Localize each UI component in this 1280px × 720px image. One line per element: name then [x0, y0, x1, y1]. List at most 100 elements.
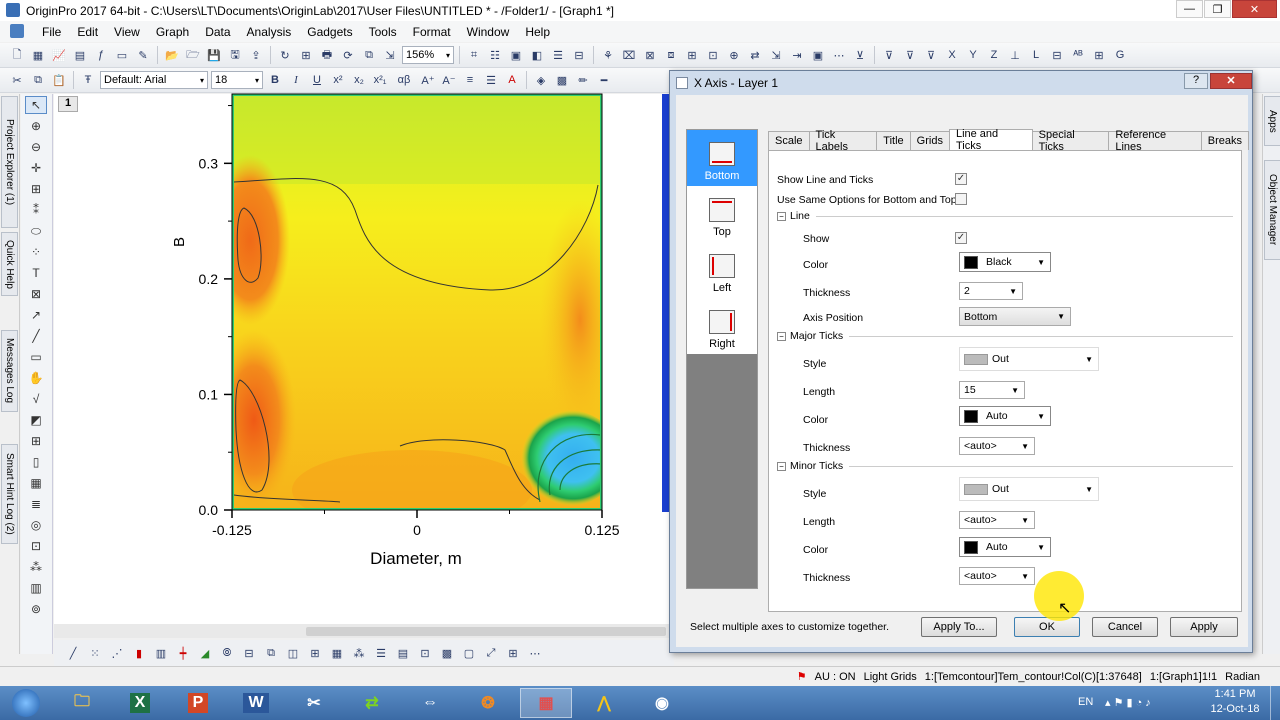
- tab-smart-hint-log[interactable]: Smart Hint Log (2): [1, 444, 18, 544]
- recalculate-icon[interactable]: ↻: [276, 46, 294, 64]
- misc-tool-3-icon[interactable]: ◎: [25, 516, 47, 534]
- line-tool-icon[interactable]: ╱: [25, 327, 47, 345]
- menu-gadgets[interactable]: Gadgets: [299, 25, 360, 39]
- data-reader-icon[interactable]: ⊞: [25, 180, 47, 198]
- save-icon[interactable]: 💾: [205, 46, 223, 64]
- column-plot-icon[interactable]: ▮: [130, 644, 148, 662]
- batch-plot-icon[interactable]: ⊞: [297, 46, 315, 64]
- add-layer-icon[interactable]: ⧈: [662, 46, 680, 64]
- new-matrix-icon[interactable]: ▤: [71, 46, 89, 64]
- tray-icons[interactable]: ▴ ⚑ ▮ ◔ ♪: [1105, 696, 1151, 709]
- add-text-icon[interactable]: ⌧: [620, 46, 638, 64]
- copy-icon[interactable]: ⧉: [29, 71, 47, 89]
- clock-date[interactable]: 12-Oct-18: [1206, 703, 1264, 715]
- major-style-select[interactable]: Out ▼: [959, 347, 1099, 371]
- misc-tool-4-icon[interactable]: ⊡: [25, 537, 47, 555]
- axis-item-bottom[interactable]: Bottom: [687, 130, 757, 186]
- minor-thickness-select[interactable]: <auto> ▼: [959, 567, 1035, 585]
- 3d-plot-icon[interactable]: ⧉: [262, 644, 280, 662]
- menu-file[interactable]: File: [34, 25, 69, 39]
- language-indicator[interactable]: EN: [1078, 696, 1093, 708]
- tab-messages-log[interactable]: Messages Log: [1, 330, 18, 412]
- line-color-select[interactable]: Black ▼: [959, 252, 1051, 272]
- swap-icon[interactable]: ⇄: [746, 46, 764, 64]
- rescale-icon[interactable]: ⇲: [767, 46, 785, 64]
- tab-object-manager[interactable]: Object Manager: [1264, 160, 1280, 260]
- collapse-icon[interactable]: −: [777, 331, 786, 341]
- tab-grids[interactable]: Grids: [909, 131, 950, 150]
- filter-down-icon[interactable]: ⊽: [901, 46, 919, 64]
- column-x-icon[interactable]: X: [943, 46, 961, 64]
- column-y-icon[interactable]: Y: [964, 46, 982, 64]
- apply-to-button[interactable]: Apply To...: [921, 617, 997, 637]
- misc-tool-1-icon[interactable]: ▦: [25, 474, 47, 492]
- project-explorer-icon[interactable]: ◧: [528, 46, 546, 64]
- layer-indicator[interactable]: 1: [58, 96, 78, 112]
- zoom-out-tool-icon[interactable]: ⊖: [25, 138, 47, 156]
- superscript-button[interactable]: x²: [329, 71, 347, 89]
- filter-icon[interactable]: ⊽: [880, 46, 898, 64]
- menu-data[interactable]: Data: [197, 25, 238, 39]
- layer-arrange-icon[interactable]: ⊞: [306, 644, 324, 662]
- tab-line-and-ticks[interactable]: Line and Ticks: [948, 128, 1033, 152]
- filter-clear-icon[interactable]: ⊽: [922, 46, 940, 64]
- matrix-icon[interactable]: ▩: [438, 644, 456, 662]
- subscript-button[interactable]: x₂: [350, 71, 368, 89]
- error-bar-icon[interactable]: ┿: [174, 644, 192, 662]
- add-table-icon[interactable]: ⊠: [641, 46, 659, 64]
- contour-plot-icon[interactable]: ◫: [284, 644, 302, 662]
- major-thickness-select[interactable]: <auto> ▼: [959, 437, 1035, 455]
- column-label-icon[interactable]: L: [1027, 46, 1045, 64]
- collapse-icon[interactable]: −: [777, 461, 786, 471]
- histogram-icon[interactable]: ▥: [152, 644, 170, 662]
- line-symbol-icon[interactable]: ⋰: [108, 644, 126, 662]
- new-function-icon[interactable]: ƒ: [92, 46, 110, 64]
- fit-icon[interactable]: ⊡: [416, 644, 434, 662]
- merge-icon[interactable]: ⊞: [683, 46, 701, 64]
- font-select[interactable]: Default: Arial ▾: [100, 71, 208, 89]
- minor-length-select[interactable]: <auto> ▼: [959, 511, 1035, 529]
- line-show-checkbox[interactable]: ✓: [955, 232, 967, 244]
- new-project-icon[interactable]: 🗋: [8, 46, 26, 64]
- font-size-select[interactable]: 18 ▾: [211, 71, 263, 89]
- arrange-icon[interactable]: ⊕: [725, 46, 743, 64]
- lines-icon[interactable]: ☰: [549, 46, 567, 64]
- pattern-icon[interactable]: ▩: [553, 71, 571, 89]
- clock-time[interactable]: 1:41 PM: [1210, 688, 1260, 700]
- equation-tool-icon[interactable]: √: [25, 390, 47, 408]
- new-graph-icon[interactable]: 📈: [50, 46, 68, 64]
- results-log-icon[interactable]: ☷: [486, 46, 504, 64]
- template-icon[interactable]: ▦: [328, 644, 346, 662]
- taskbar-media-icon[interactable]: ◉: [636, 688, 688, 718]
- menu-edit[interactable]: Edit: [69, 25, 106, 39]
- menu-tools[interactable]: Tools: [361, 25, 405, 39]
- taskbar-excel-icon[interactable]: X: [114, 688, 166, 718]
- increase-font-icon[interactable]: A⁺: [419, 71, 437, 89]
- misc-tool-5-icon[interactable]: ⁂: [25, 558, 47, 576]
- insert-graph-icon[interactable]: ⊠: [25, 285, 47, 303]
- same-options-checkbox[interactable]: [955, 193, 967, 205]
- axis-position-select[interactable]: Bottom ▼: [959, 307, 1071, 326]
- column-disregard-icon[interactable]: ⊟: [1048, 46, 1066, 64]
- misc-tool-6-icon[interactable]: ▥: [25, 579, 47, 597]
- start-button[interactable]: [2, 688, 50, 718]
- taskbar-sync-icon[interactable]: ⇄: [346, 688, 398, 718]
- menu-format[interactable]: Format: [405, 25, 459, 39]
- tab-reference-lines[interactable]: Reference Lines: [1108, 129, 1202, 153]
- contour-chart[interactable]: -0.125 0 0.125 0.0 0.1 0.2 0.3 Diameter, m B: [150, 90, 670, 570]
- page-tool-icon[interactable]: ▯: [25, 453, 47, 471]
- open-template-icon[interactable]: 🗁: [184, 46, 202, 64]
- tab-breaks[interactable]: Breaks: [1200, 131, 1249, 150]
- extract-icon[interactable]: ⊡: [704, 46, 722, 64]
- show-line-ticks-checkbox[interactable]: ✓: [955, 173, 967, 185]
- tab-title[interactable]: Title: [876, 131, 911, 150]
- x-axis-title[interactable]: Diameter, m: [370, 549, 462, 568]
- major-color-select[interactable]: Auto ▼: [959, 406, 1051, 426]
- status-au[interactable]: AU : ON: [815, 671, 856, 683]
- axis-item-top[interactable]: Top: [687, 186, 757, 242]
- fill-color-icon[interactable]: ◈: [532, 71, 550, 89]
- supersubscript-button[interactable]: x²₁: [371, 71, 389, 89]
- frame-icon[interactable]: ▢: [460, 644, 478, 662]
- minimize-button[interactable]: —: [1176, 0, 1203, 18]
- bold-button[interactable]: B: [266, 71, 284, 89]
